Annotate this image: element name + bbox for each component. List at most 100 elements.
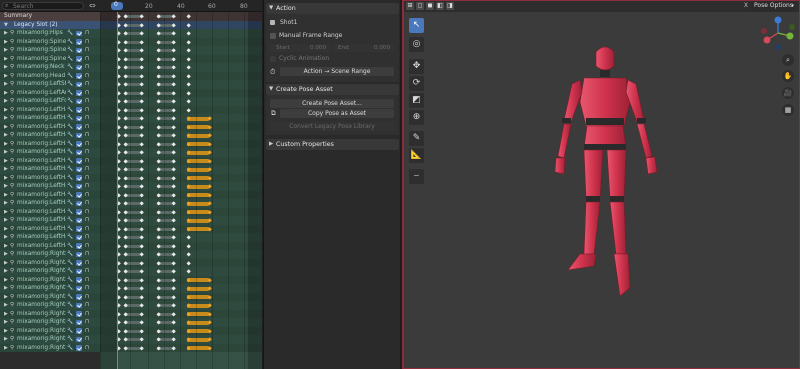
cursor-tool-icon[interactable]: ◎ [409,37,424,52]
channel-enable-checkbox[interactable] [76,285,82,291]
channel-enable-checkbox[interactable] [76,336,82,342]
expand-icon[interactable]: ▶ [4,174,8,183]
expand-icon[interactable]: ▶ [4,123,8,132]
modifier-icon[interactable]: 🔧 [67,46,73,55]
bone-channel[interactable]: ▶ ⚲ mixamorig:LeftSh 🔧 ⊓ [0,80,100,89]
modifier-icon[interactable]: 🔧 [67,310,73,319]
expand-icon[interactable]: ▶ [4,208,8,217]
expand-icon[interactable]: ▶ [4,310,8,319]
modifier-icon[interactable]: 🔧 [67,140,73,149]
modifier-icon[interactable]: 🔧 [67,250,73,259]
bone-channel[interactable]: ▶ ⚲ mixamorig:RightF 🔧 ⊓ [0,267,100,276]
expand-icon[interactable]: ▶ [4,344,8,353]
channel-enable-checkbox[interactable] [76,56,82,62]
channel-enable-checkbox[interactable] [76,115,82,121]
channel-enable-checkbox[interactable] [76,141,82,147]
expand-icon[interactable]: ▶ [4,327,8,336]
channel-enable-checkbox[interactable] [76,98,82,104]
bone-channel[interactable]: ▶ ⚲ mixamorig:LeftHa 🔧 ⊓ [0,122,100,132]
channel-enable-checkbox[interactable] [76,149,82,155]
lock-icon[interactable]: ⊓ [85,344,89,353]
bone-channel[interactable]: ▶ ⚲ mixamorig:RightH 🔧 ⊓ [0,292,100,301]
lock-icon[interactable]: ⊓ [85,276,89,285]
convert-legacy-pose-library-button[interactable]: Convert Legacy Pose Library [270,122,394,131]
shading-wire-icon[interactable]: ◻ [416,2,424,10]
expand-icon[interactable]: ▶ [4,267,8,276]
bone-channel[interactable]: ▶ ⚲ mixamorig:LeftHa 🔧 ⊓ [0,199,100,208]
lock-icon[interactable]: ⊓ [85,335,89,344]
expand-icon[interactable]: ▶ [4,29,8,38]
modifier-icon[interactable]: 🔧 [67,284,73,293]
lock-icon[interactable]: ⊓ [85,63,89,72]
action-slot-channel[interactable]: ▼ Legacy Slot (2) [0,20,100,30]
modifier-icon[interactable]: 🔧 [67,89,73,98]
scale-tool-icon[interactable]: ◩ [409,93,424,108]
channel-enable-checkbox[interactable] [76,243,82,249]
lock-icon[interactable]: ⊓ [85,327,89,336]
expand-icon[interactable]: ▶ [4,97,8,106]
expand-icon[interactable]: ▶ [4,250,8,259]
lock-icon[interactable]: ⊓ [85,267,89,276]
channel-enable-checkbox[interactable] [76,183,82,189]
modifier-icon[interactable]: 🔧 [67,157,73,166]
channel-enable-checkbox[interactable] [76,107,82,113]
expand-icon[interactable]: ▶ [4,242,8,251]
close-icon[interactable]: X [744,2,748,9]
cyclic-animation-checkbox[interactable] [270,56,276,62]
lock-icon[interactable]: ⊓ [85,114,89,123]
bone-channel[interactable]: ▶ ⚲ mixamorig:Spine 🔧 ⊓ [0,37,100,46]
channel-enable-checkbox[interactable] [76,277,82,283]
modifier-icon[interactable]: 🔧 [67,55,73,64]
lock-icon[interactable]: ⊓ [85,140,89,149]
expand-icon[interactable]: ▶ [4,80,8,89]
bone-channel[interactable]: ▶ ⚲ mixamorig:RightH 🔧 ⊓ [0,301,100,310]
channel-enable-checkbox[interactable] [76,328,82,334]
lock-icon[interactable]: ⊓ [85,242,89,251]
modifier-icon[interactable]: 🔧 [67,242,73,251]
camera-icon[interactable]: 🎥 [782,87,794,99]
channel-enable-checkbox[interactable] [76,311,82,317]
bone-channel[interactable]: ▶ ⚲ mixamorig:Head 🔧 ⊓ [0,71,100,81]
channel-enable-checkbox[interactable] [76,319,82,325]
lock-icon[interactable]: ⊓ [85,157,89,166]
channel-enable-checkbox[interactable] [76,81,82,87]
bone-channel[interactable]: ▶ ⚲ mixamorig:Spine2 🔧 ⊓ [0,54,100,64]
modifier-icon[interactable]: 🔧 [67,97,73,106]
bone-channel[interactable]: ▶ ⚲ mixamorig:LeftHa 🔧 ⊓ [0,165,100,174]
bone-channel[interactable]: ▶ ⚲ mixamorig:LeftHa 🔧 ⊓ [0,224,100,234]
action-panel-header[interactable]: ▼ Action [266,3,399,14]
character-model[interactable] [534,40,674,320]
axis-gizmo[interactable] [759,14,797,52]
expand-icon[interactable]: ▶ [4,233,8,242]
rotate-tool-icon[interactable]: ⟳ [409,76,424,91]
modifier-icon[interactable]: 🔧 [67,182,73,191]
keyframe-area[interactable] [100,12,262,369]
channel-enable-checkbox[interactable] [76,260,82,266]
bone-channel[interactable]: ▶ ⚲ mixamorig:RightH 🔧 ⊓ [0,318,100,327]
lock-icon[interactable]: ⊓ [85,106,89,115]
lock-icon[interactable]: ⊓ [85,72,89,81]
perspective-grid-icon[interactable]: ▦ [782,104,794,116]
bone-channel[interactable]: ▶ ⚲ mixamorig:LeftAr 🔧 ⊓ [0,88,100,98]
create-pose-asset-button[interactable]: Create Pose Asset... [270,99,394,108]
relax-tool-icon[interactable]: ⌣ [409,169,424,184]
modifier-icon[interactable]: 🔧 [67,80,73,89]
modifier-icon[interactable]: 🔧 [67,123,73,132]
expand-icon[interactable]: ▶ [4,89,8,98]
expand-icon[interactable]: ▶ [4,284,8,293]
expand-icon[interactable]: ▶ [4,216,8,225]
modifier-icon[interactable]: 🔧 [67,335,73,344]
bone-channel[interactable]: ▶ ⚲ mixamorig:RightH 🔧 ⊓ [0,284,100,293]
measure-tool-icon[interactable]: 📐 [409,148,424,163]
expand-icon[interactable]: ▶ [4,225,8,234]
lock-icon[interactable]: ⊓ [85,318,89,327]
bone-channel[interactable]: ▶ ⚲ mixamorig:LeftHa 🔧 ⊓ [0,207,100,217]
modifier-icon[interactable]: 🔧 [67,148,73,157]
collapse-icon[interactable]: ▼ [4,21,8,30]
expand-icon[interactable]: ▶ [4,131,8,140]
modifier-icon[interactable]: 🔧 [67,208,73,217]
lock-icon[interactable]: ⊓ [85,89,89,98]
modifier-icon[interactable]: 🔧 [67,344,73,353]
bone-channel[interactable]: ▶ ⚲ mixamorig:LeftHa 🔧 ⊓ [0,190,100,199]
bone-channel[interactable]: ▶ ⚲ mixamorig:LeftHa 🔧 ⊓ [0,148,100,157]
